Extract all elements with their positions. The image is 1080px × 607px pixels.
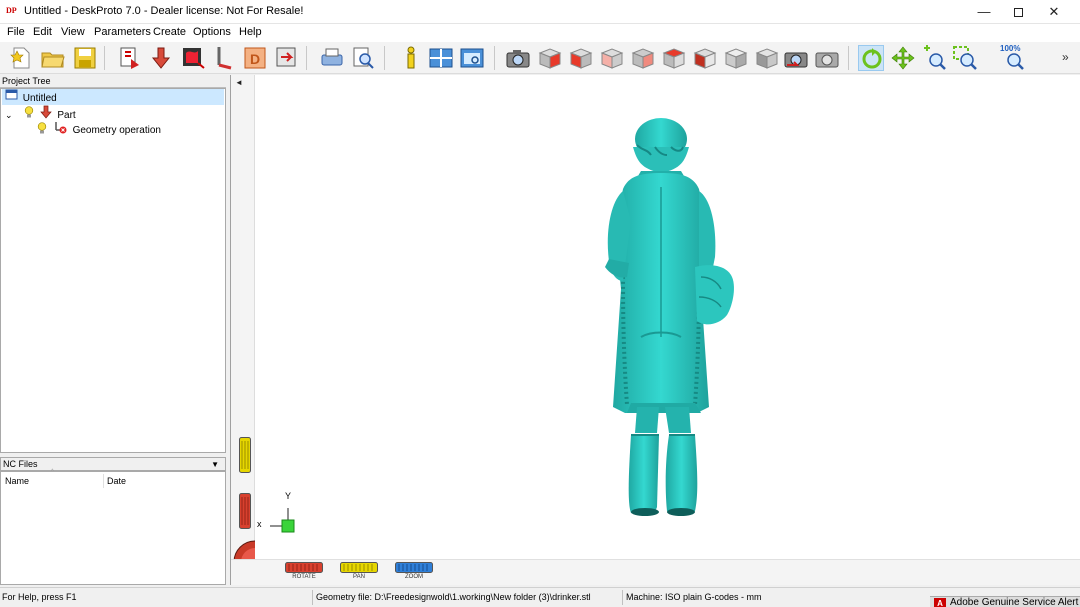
toolpath-icon[interactable] [211,45,237,71]
menu-parameters[interactable]: Parameters [94,26,151,38]
menu-create[interactable]: Create [153,26,186,38]
main-toolbar: D 100% » [0,42,1080,74]
vertical-rotate-wheel[interactable] [239,493,251,529]
pan-wheel-label: PAN [353,574,365,580]
view-right-icon[interactable] [629,45,655,71]
maximize-button[interactable] [1000,0,1036,24]
rotate-wheel[interactable] [285,562,323,573]
menu-options[interactable]: Options [193,26,231,38]
info-icon[interactable] [398,45,424,71]
tree-item-label: Part [57,109,76,121]
menu-view[interactable]: View [61,26,85,38]
status-geometry-file: Geometry file: D:\Freedesignwold\1.worki… [316,592,591,602]
column-divider[interactable] [103,474,104,488]
project-tree: Untitled ⌄ Part Geometry operation [0,88,226,453]
maximize-icon [1013,8,1023,18]
status-machine: Machine: ISO plain G-codes - mm [626,592,762,602]
print-icon[interactable] [319,45,345,71]
menu-file[interactable]: File [7,26,25,38]
menu-help[interactable]: Help [239,26,262,38]
status-help-text: For Help, press F1 [2,592,77,602]
view-back-icon[interactable] [567,45,593,71]
menu-bar: File Edit View Parameters Create Options… [0,24,1080,42]
zoom-wheel[interactable] [395,562,433,573]
tree-item-part[interactable]: ⌄ Part [5,105,76,121]
toolbar-separator [848,46,849,70]
nc-files-title: NC Files [3,459,38,469]
open-icon[interactable] [40,45,66,71]
zoom-tool-icon[interactable] [921,45,947,71]
column-header-date[interactable]: Date [107,476,126,486]
zoom-wheel-label: ZOOM [405,574,423,580]
new-icon[interactable] [8,45,34,71]
zoom-window-icon[interactable] [952,45,978,71]
column-header-name[interactable]: Name [5,476,29,486]
view-iso-icon[interactable] [722,45,748,71]
view-front-icon[interactable] [536,45,562,71]
tree-item-untitled[interactable]: Untitled [2,89,224,105]
view-top-icon[interactable] [660,45,686,71]
layout-icon[interactable] [428,45,454,71]
export-icon[interactable] [273,45,299,71]
app-icon: DP [6,6,17,15]
rotate-tool-icon[interactable] [858,45,884,71]
toolbar-separator [384,46,385,70]
camera-icon[interactable] [505,45,531,71]
view-left-icon[interactable] [598,45,624,71]
toolbar-separator [104,46,105,70]
adobe-alert-notification[interactable]: A Adobe Genuine Service Alert [930,596,1080,607]
operation-error-icon [53,121,67,140]
view-bottom-icon[interactable] [691,45,717,71]
save-icon[interactable] [72,45,98,71]
deskproto-window: DP Untitled - DeskProto 7.0 - Dealer lic… [0,0,1080,607]
title-bar: DP Untitled - DeskProto 7.0 - Dealer lic… [0,0,1080,24]
tree-item-label: Geometry operation [72,125,161,137]
dropdown-arrow-icon[interactable]: ▼ [211,459,219,471]
svg-text:D: D [250,51,260,67]
adobe-icon: A [934,598,946,607]
view-iso2-icon[interactable] [753,45,779,71]
tree-item-label: Untitled [22,92,57,104]
3d-viewport[interactable]: ◄ ROTATE PAN ZOOM Y x [230,75,1080,585]
zoom-100-icon[interactable] [1001,45,1027,71]
vertical-pan-wheel[interactable] [239,437,251,473]
minimize-button[interactable]: — [966,0,1002,24]
nc-files-header[interactable]: NC Files ▼ [0,457,226,471]
toolbar-separator [306,46,307,70]
axis-triad [267,503,297,533]
bulb-icon[interactable] [37,121,47,140]
adobe-alert-text: Adobe Genuine Service Alert [950,597,1079,607]
status-bar: For Help, press F1 Geometry file: D:\Fre… [0,587,1080,607]
camera-redo-icon[interactable] [814,45,840,71]
preview-icon[interactable] [350,45,376,71]
import-geometry-icon[interactable] [117,45,143,71]
tree-item-geometry-operation[interactable]: Geometry operation [37,121,161,137]
bulb-icon[interactable] [24,106,34,124]
toolbar-separator [494,46,495,70]
pan-tool-icon[interactable] [890,45,916,71]
nc-files-list: Name ^ Date [0,469,226,585]
wizard-icon[interactable] [180,45,206,71]
project-tree-header: Project Tree [0,75,226,88]
window-title: Untitled - DeskProto 7.0 - Dealer licens… [24,5,304,17]
left-panel: Project Tree Untitled ⌄ Part Geometry op… [0,75,226,585]
window-icon[interactable] [459,45,485,71]
chevron-down-icon[interactable]: ⌄ [5,107,17,123]
menu-edit[interactable]: Edit [33,26,52,38]
status-divider [312,590,313,605]
axis-y-label: Y [285,491,292,501]
pan-wheel[interactable] [340,562,378,573]
drawing-icon[interactable]: D [242,45,268,71]
part-icon[interactable] [148,45,174,71]
camera-undo-icon[interactable] [783,45,809,71]
rotate-wheel-label: ROTATE [292,574,316,580]
3d-model-figure[interactable] [571,117,761,519]
toolbar-overflow-button[interactable]: » [1062,50,1069,64]
collapse-panel-button[interactable]: ◄ [235,78,243,87]
axis-x-label: x [257,519,262,529]
sort-indicator-icon: ^ [51,469,54,475]
status-divider [622,590,623,605]
close-button[interactable]: ✕ [1036,0,1072,24]
